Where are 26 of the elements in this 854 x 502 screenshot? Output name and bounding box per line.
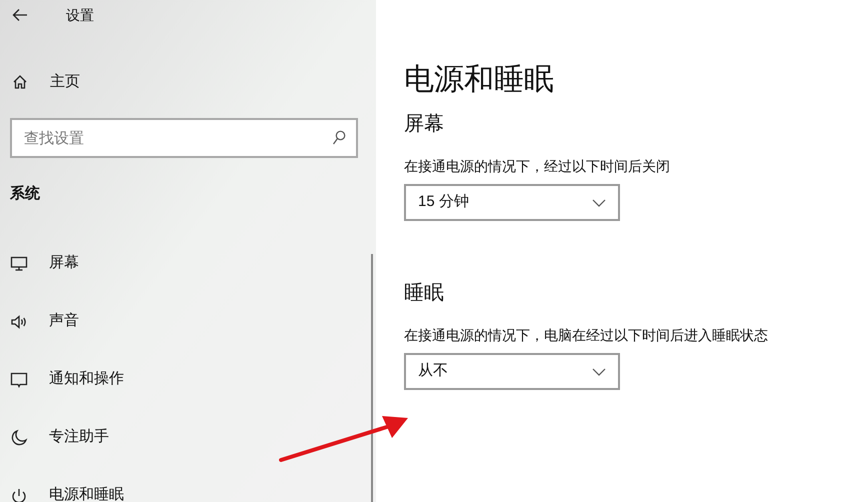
section-heading: 系统 <box>9 184 41 204</box>
section-heading: 屏幕 <box>404 112 445 137</box>
speech-bubble-icon <box>10 370 28 388</box>
moon-icon <box>10 428 28 446</box>
setting-description: 在接通电源的情况下，电脑在经过以下时间后进入睡眠状态 <box>404 326 769 345</box>
sidebar-item[interactable]: 屏幕 <box>0 248 79 280</box>
home-icon <box>12 74 28 90</box>
page-title: 电源和睡眠 <box>404 62 555 98</box>
display-icon <box>10 254 28 272</box>
section-heading: 睡眠 <box>404 281 445 306</box>
sidebar-item[interactable]: 通知和操作 <box>0 364 124 396</box>
scrollbar[interactable] <box>371 254 373 502</box>
chevron-down-icon <box>592 198 606 206</box>
search-icon <box>332 130 346 146</box>
window-title: 设置 <box>66 6 94 24</box>
power-icon <box>10 486 28 502</box>
dropdown[interactable]: 从不 <box>404 353 620 390</box>
speaker-icon <box>10 312 28 330</box>
chevron-down-icon <box>592 368 606 376</box>
search-field[interactable]: 查找设置 <box>10 118 358 158</box>
sidebar-item[interactable]: 声音 <box>0 306 79 338</box>
home-nav-item[interactable]: 主页 <box>0 66 80 98</box>
sidebar-item[interactable]: 电源和睡眠 <box>0 480 124 502</box>
dropdown[interactable]: 15 分钟 <box>404 184 620 221</box>
setting-description: 在接通电源的情况下，经过以下时间后关闭 <box>404 157 671 176</box>
sidebar-item[interactable]: 专注助手 <box>0 422 109 454</box>
